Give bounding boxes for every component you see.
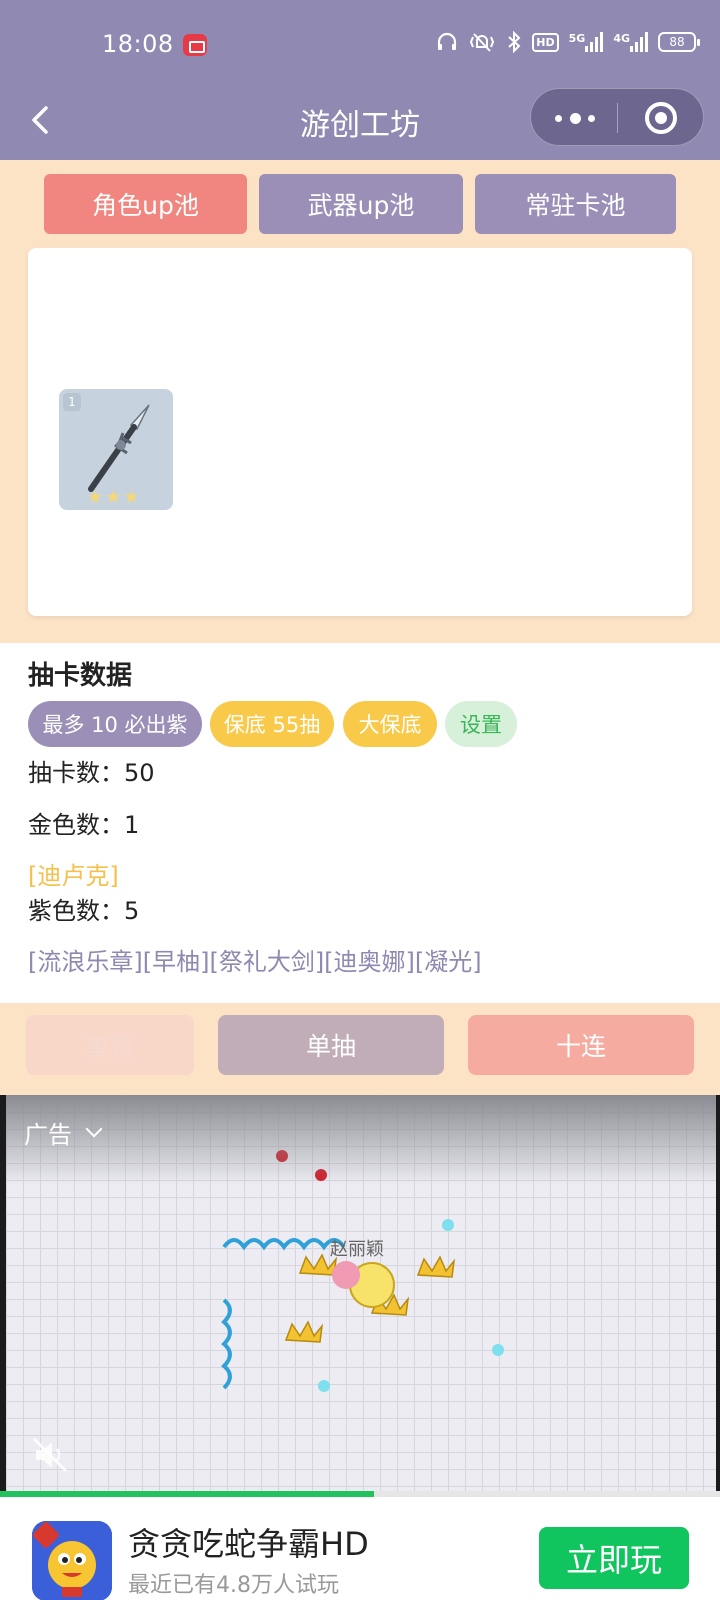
big-pity-badge: 大保底 bbox=[343, 701, 437, 747]
tab-weapon-up-pool[interactable]: 武器up池 bbox=[259, 174, 463, 234]
draw-count: 抽卡数：50 bbox=[28, 759, 155, 787]
status-time: 18:08 bbox=[102, 30, 174, 58]
ad-video[interactable]: 赵丽颖 广告 bbox=[0, 1095, 720, 1493]
result-card[interactable]: 1 ★ ★ ★ bbox=[59, 389, 173, 510]
headset-icon bbox=[436, 31, 458, 53]
star-icon: ★ bbox=[87, 487, 104, 508]
action-bar: 重置 单抽 十连 bbox=[0, 1003, 720, 1095]
stats-title: 抽卡数据 bbox=[28, 661, 133, 691]
purple-count: 紫色数：5 bbox=[28, 897, 140, 925]
battery-icon: 88 bbox=[658, 32, 700, 52]
tab-standard-pool[interactable]: 常驻卡池 bbox=[475, 174, 676, 234]
mini-program-capsule bbox=[530, 88, 704, 146]
pity-badge: 保底 55抽 bbox=[210, 701, 334, 747]
ad-app-row[interactable]: 贪贪吃蛇争霸HD 最近已有4.8万人试玩 立即玩 bbox=[0, 1497, 720, 1600]
pool-area: 角色up池 武器up池 常驻卡池 1 ★ ★ ★ bbox=[0, 160, 720, 643]
status-bar: 18:08 HD 5G 4G 88 bbox=[0, 0, 720, 80]
app-subtitle: 最近已有4.8万人试玩 bbox=[128, 1573, 339, 1598]
vibrate-icon bbox=[468, 31, 496, 53]
signal-5g-icon: 5G bbox=[569, 32, 604, 52]
more-icon[interactable] bbox=[555, 109, 595, 127]
capsule-divider bbox=[617, 103, 618, 133]
status-icons: HD 5G 4G 88 bbox=[436, 28, 700, 56]
single-draw-button[interactable]: 单抽 bbox=[218, 1015, 444, 1075]
card-stars: ★ ★ ★ bbox=[87, 489, 147, 507]
ad-label[interactable]: 广告 bbox=[24, 1115, 72, 1150]
player-name: 赵丽颖 bbox=[330, 1239, 384, 1259]
nav-bar: 游创工坊 bbox=[0, 80, 720, 160]
spear-icon bbox=[88, 404, 150, 492]
close-miniprogram-icon[interactable] bbox=[645, 102, 677, 134]
purple-items: [流浪乐章][早柚][祭礼大剑][迪奥娜][凝光] bbox=[28, 948, 482, 976]
ad-top-shade bbox=[6, 1095, 716, 1185]
app-icon[interactable] bbox=[32, 1521, 112, 1600]
tab-role-up-pool[interactable]: 角色up池 bbox=[44, 174, 247, 234]
ten-draw-button[interactable]: 十连 bbox=[468, 1015, 694, 1075]
draw-result-panel: 1 ★ ★ ★ bbox=[28, 248, 692, 616]
hd-icon: HD bbox=[532, 32, 559, 52]
gold-items: [迪卢克] bbox=[28, 862, 119, 890]
mute-icon[interactable] bbox=[30, 1435, 70, 1475]
screen-record-icon bbox=[183, 34, 207, 56]
settings-button[interactable]: 设置 bbox=[445, 701, 517, 747]
star-icon: ★ bbox=[123, 487, 140, 508]
max-purple-badge: 最多 10 必出紫 bbox=[28, 701, 202, 747]
play-now-button[interactable]: 立即玩 bbox=[539, 1527, 689, 1589]
gold-count: 金色数：1 bbox=[28, 811, 140, 839]
bluetooth-icon bbox=[506, 31, 522, 53]
draw-stats: 抽卡数据 最多 10 必出紫 保底 55抽 大保底 设置 抽卡数：50 金色数：… bbox=[0, 643, 720, 1003]
app-name: 贪贪吃蛇争霸HD bbox=[128, 1525, 369, 1563]
reset-button[interactable]: 重置 bbox=[26, 1015, 194, 1075]
star-icon: ★ bbox=[105, 487, 122, 508]
signal-4g-icon: 4G bbox=[613, 32, 648, 52]
